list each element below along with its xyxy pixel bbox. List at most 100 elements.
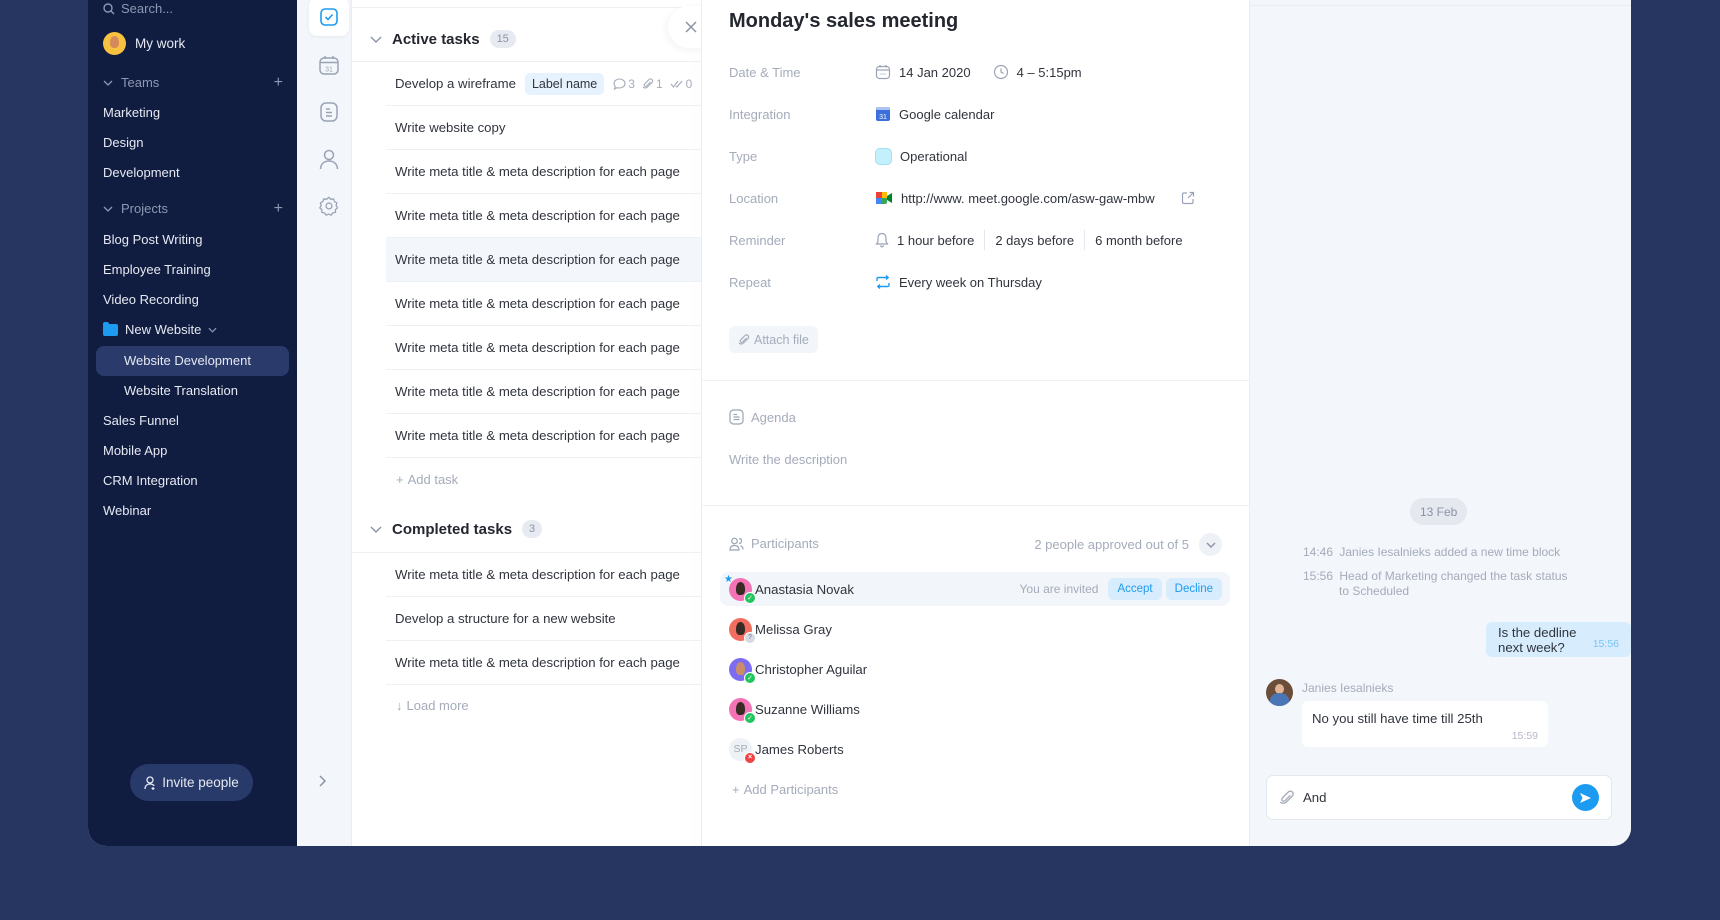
teams-label: Teams bbox=[121, 75, 160, 90]
participant-name: Melissa Gray bbox=[755, 621, 832, 637]
avatar: SP × bbox=[729, 737, 756, 764]
participant-row[interactable]: ★ ✓ Anastasia Novak You are invited Acce… bbox=[720, 572, 1230, 606]
reminder-chip[interactable]: 2 days before bbox=[995, 233, 1074, 248]
send-icon bbox=[1580, 792, 1591, 803]
accept-button[interactable]: Accept bbox=[1108, 578, 1162, 600]
sidebar-item-sales-funnel[interactable]: Sales Funnel bbox=[103, 413, 179, 428]
decline-button[interactable]: Decline bbox=[1165, 578, 1222, 600]
attachment-icon bbox=[738, 333, 750, 345]
expand-sidebar-button[interactable] bbox=[319, 775, 327, 787]
completed-tasks-header[interactable]: Completed tasks 3 bbox=[370, 520, 543, 538]
repeat-value[interactable]: Every week on Thursday bbox=[899, 275, 1042, 290]
sidebar-item-website-translation[interactable]: Website Translation bbox=[124, 383, 238, 398]
date-separator: 13 Feb bbox=[1410, 498, 1468, 525]
type-value[interactable]: Operational bbox=[900, 149, 967, 164]
chevron-down-icon bbox=[103, 206, 113, 212]
rail-settings-button[interactable] bbox=[309, 187, 349, 225]
add-project-icon[interactable]: + bbox=[274, 200, 283, 218]
send-button[interactable] bbox=[1572, 784, 1599, 811]
bell-icon bbox=[875, 232, 889, 248]
chevron-down-icon bbox=[370, 36, 382, 43]
chevron-down-icon bbox=[370, 526, 382, 533]
sidebar-item-website-development[interactable]: Website Development bbox=[124, 353, 251, 368]
event-time[interactable]: 4 – 5:15pm bbox=[1017, 65, 1082, 80]
approved-status-icon: ✓ bbox=[744, 591, 756, 604]
rail-profile-button[interactable] bbox=[309, 140, 349, 178]
active-tasks-header[interactable]: Active tasks 15 bbox=[370, 30, 516, 48]
google-calendar-icon: 31 bbox=[876, 107, 890, 121]
avatar: ✓ bbox=[729, 577, 756, 604]
add-task-button[interactable]: + Add task bbox=[396, 472, 458, 487]
avatar: ? bbox=[729, 617, 756, 644]
avatar: ✓ bbox=[729, 657, 756, 684]
sidebar-item-my-work[interactable]: My work bbox=[103, 32, 185, 55]
participant-row[interactable]: ✓ Suzanne Williams bbox=[720, 692, 1230, 726]
participant-name: Anastasia Novak bbox=[755, 581, 854, 597]
outgoing-message: Is the dedline next week? 15:56 bbox=[1486, 622, 1631, 657]
rail-tasks-button[interactable] bbox=[309, 0, 349, 36]
clock-icon bbox=[993, 64, 1008, 80]
agenda-description-input[interactable]: Write the description bbox=[729, 452, 847, 467]
checklist-count: 0 bbox=[685, 76, 693, 91]
sidebar: Search... My work Teams + Marketing Desi… bbox=[88, 0, 297, 846]
icon-rail: 31 bbox=[297, 0, 352, 846]
event-title[interactable]: Monday's sales meeting bbox=[729, 10, 958, 33]
sidebar-item-design[interactable]: Design bbox=[103, 135, 143, 150]
attach-button[interactable] bbox=[1279, 790, 1295, 806]
message-author: Janies Iesalnieks bbox=[1302, 681, 1394, 695]
sidebar-search[interactable]: Search... bbox=[103, 1, 173, 16]
integration-value[interactable]: Google calendar bbox=[899, 107, 994, 122]
sidebar-item-mobile-app[interactable]: Mobile App bbox=[103, 443, 167, 458]
user-icon bbox=[318, 148, 340, 170]
completed-tasks-title: Completed tasks bbox=[392, 520, 513, 538]
task-name: Write meta title & meta description for … bbox=[395, 296, 680, 311]
external-link-icon[interactable] bbox=[1181, 191, 1195, 205]
sidebar-item-employee-training[interactable]: Employee Training bbox=[103, 262, 211, 277]
folder-label: New Website bbox=[125, 322, 202, 337]
divider bbox=[1084, 230, 1086, 250]
reminder-chip[interactable]: 6 month before bbox=[1095, 233, 1182, 248]
add-participants-button[interactable]: + Add Participants bbox=[732, 782, 838, 797]
location-link[interactable]: http://www. meet.google.com/asw-gaw-mbw bbox=[901, 191, 1155, 206]
notes-icon bbox=[319, 101, 339, 123]
event-date[interactable]: 14 Jan 2020 bbox=[899, 65, 971, 80]
chevron-down-icon bbox=[208, 327, 217, 333]
divider bbox=[984, 230, 986, 250]
approval-summary-text: 2 people approved out of 5 bbox=[1034, 537, 1189, 552]
message-input[interactable] bbox=[1303, 790, 1572, 805]
participant-row[interactable]: ? Melissa Gray bbox=[720, 612, 1230, 646]
attachment-icon bbox=[642, 77, 654, 89]
projects-section-header[interactable]: Projects + bbox=[103, 200, 283, 218]
rail-notes-button[interactable] bbox=[309, 93, 349, 131]
participants-header: Participants bbox=[729, 536, 819, 551]
reminder-chip[interactable]: 1 hour before bbox=[897, 233, 974, 248]
task-name: Write website copy bbox=[395, 120, 506, 135]
sidebar-item-video-recording[interactable]: Video Recording bbox=[103, 292, 199, 307]
load-more-button[interactable]: ↓ Load more bbox=[396, 698, 469, 713]
sidebar-item-blog-post-writing[interactable]: Blog Post Writing bbox=[103, 232, 202, 247]
invite-people-button[interactable]: Invite people bbox=[130, 764, 253, 801]
field-repeat: Repeat Every week on Thursday bbox=[729, 271, 1229, 293]
expand-participants-button[interactable] bbox=[1199, 533, 1222, 556]
message-text: Is the dedline next week? bbox=[1498, 624, 1577, 655]
participant-row[interactable]: ✓ Christopher Aguilar bbox=[720, 652, 1230, 686]
task-label-chip[interactable]: Label name bbox=[524, 72, 605, 95]
sidebar-item-marketing[interactable]: Marketing bbox=[103, 105, 160, 120]
attachment-icon bbox=[1279, 790, 1294, 804]
add-team-icon[interactable]: + bbox=[274, 74, 283, 92]
sidebar-item-crm-integration[interactable]: CRM Integration bbox=[103, 473, 198, 488]
invitation-actions: You are invited Accept Decline bbox=[1020, 578, 1222, 600]
sidebar-folder-new-website[interactable]: New Website bbox=[103, 321, 217, 337]
sidebar-item-development[interactable]: Development bbox=[103, 165, 180, 180]
participant-row[interactable]: SP × James Roberts bbox=[720, 732, 1230, 766]
agenda-title: Agenda bbox=[751, 409, 796, 425]
load-more-label: Load more bbox=[406, 698, 469, 713]
attach-file-button[interactable]: Attach file bbox=[729, 326, 818, 353]
rail-calendar-button[interactable]: 31 bbox=[309, 46, 349, 84]
teams-section-header[interactable]: Teams + bbox=[103, 74, 283, 92]
sidebar-item-webinar[interactable]: Webinar bbox=[103, 503, 151, 518]
calendar-icon: 31 bbox=[318, 54, 340, 76]
message-time: 15:56 bbox=[1592, 637, 1619, 650]
task-name: Write meta title & meta description for … bbox=[395, 567, 680, 582]
svg-text:31: 31 bbox=[879, 114, 887, 121]
